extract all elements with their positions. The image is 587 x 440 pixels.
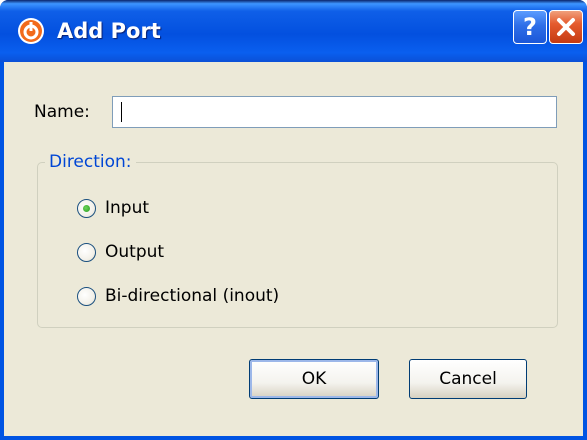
radio-input[interactable]: Input: [77, 195, 149, 221]
radio-output[interactable]: Output: [77, 239, 164, 265]
radio-button-icon[interactable]: [77, 242, 96, 262]
radio-button-checked-icon[interactable]: [77, 198, 96, 218]
name-input[interactable]: [112, 96, 557, 128]
title-bar[interactable]: Add Port ?: [0, 0, 587, 62]
text-caret: [121, 102, 122, 122]
name-label: Name:: [34, 102, 90, 122]
radio-inout-label: Bi-directional (inout): [105, 286, 280, 306]
radio-inout[interactable]: Bi-directional (inout): [77, 283, 279, 309]
add-port-dialog: Add Port ? Name: Direction: Input Output…: [0, 0, 587, 440]
close-button[interactable]: [549, 10, 583, 44]
close-icon: [557, 18, 575, 36]
help-icon: ?: [523, 13, 537, 41]
ok-button[interactable]: OK: [249, 359, 379, 399]
help-button[interactable]: ?: [513, 10, 547, 44]
power-icon: [18, 18, 44, 44]
radio-input-label: Input: [105, 198, 150, 218]
dialog-body: Name: Direction: Input Output Bi-directi…: [4, 62, 583, 436]
cancel-button[interactable]: Cancel: [409, 359, 527, 399]
radio-button-icon[interactable]: [77, 286, 96, 306]
direction-legend: Direction:: [45, 151, 136, 173]
dialog-title: Add Port: [57, 19, 161, 43]
radio-output-label: Output: [105, 242, 165, 262]
